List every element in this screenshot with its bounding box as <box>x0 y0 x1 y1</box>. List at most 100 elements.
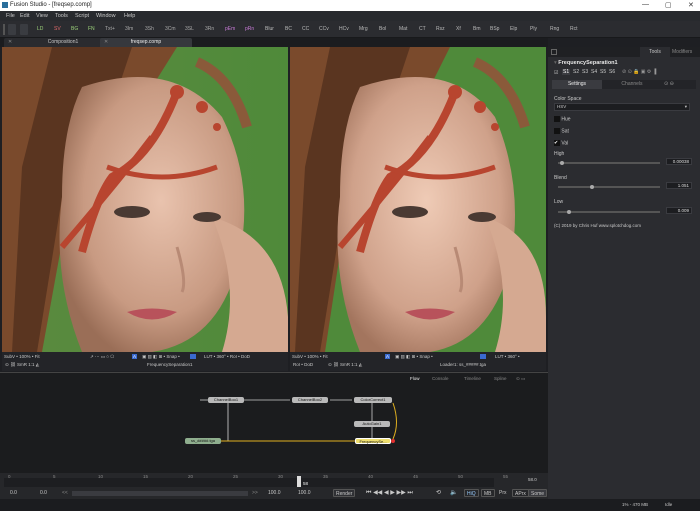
tab-close-icon[interactable]: ✕ <box>104 38 108 47</box>
tool-button-pem[interactable]: pEm <box>225 26 235 32</box>
menu-script[interactable]: Script <box>75 13 89 19</box>
low-slider[interactable] <box>558 210 660 214</box>
maximize-icon[interactable]: ▢ <box>665 1 672 9</box>
menu-window[interactable]: Window <box>96 13 116 19</box>
prx-button[interactable]: Prx <box>497 489 509 497</box>
time-ruler[interactable]: 0 5 10 15 20 25 30 35 40 45 50 55 58 58.0 <box>0 473 548 488</box>
tool-button-xf[interactable]: Xf <box>456 26 461 32</box>
tool-button-sv[interactable]: SV <box>54 26 61 32</box>
blend-slider-knob[interactable] <box>590 185 595 189</box>
tool-button-3im[interactable]: 3Im <box>125 26 133 32</box>
viewer-left-color-swatch[interactable] <box>190 354 196 359</box>
viewer-left-a-button[interactable]: A <box>132 354 138 359</box>
render-start-field[interactable]: 0.0 <box>40 490 47 496</box>
tool-button-bsp[interactable]: BSp <box>490 26 499 32</box>
color-space-dropdown[interactable]: HSV ▾ <box>554 103 690 111</box>
render-button[interactable]: Render <box>333 489 356 497</box>
viewer-right-zoom[interactable]: SubV • 100% • Fit <box>292 354 328 359</box>
high-slider-knob[interactable] <box>559 161 564 165</box>
high-slider[interactable] <box>558 161 660 165</box>
tool-button-3rn[interactable]: 3Rn <box>205 26 214 32</box>
audio-icon[interactable]: 🔈 <box>450 489 457 496</box>
node-frequencyseparation1[interactable]: FrequencySe... <box>355 438 391 444</box>
node-autogain1[interactable]: AutoGain1 <box>354 421 390 427</box>
viewer-right-view-icons[interactable]: ⊙ ⛓ SmR 1:1 ◭ <box>328 362 362 368</box>
node-output-dot[interactable] <box>391 439 395 443</box>
inspector-extra-icons[interactable]: ⊙ ⊖ <box>664 81 674 87</box>
tool-button-ld[interactable]: LD <box>37 26 43 32</box>
subtab-channels[interactable]: Channels <box>607 80 657 89</box>
val-checkbox[interactable]: ✔ <box>554 140 560 146</box>
channel-sat[interactable]: Sat <box>554 128 569 134</box>
some-button[interactable]: Some <box>528 489 548 497</box>
tool-button-rsz[interactable]: Rsz <box>436 26 445 32</box>
version-s1[interactable]: S1 <box>562 69 571 75</box>
tool-button-blur[interactable]: Blur <box>265 26 274 32</box>
tool-button-mrg[interactable]: Mrg <box>359 26 368 32</box>
version-s6[interactable]: S6 <box>609 69 615 75</box>
checkbox-icon[interactable]: ☑ <box>554 70 558 76</box>
blend-value-field[interactable]: 1.051 <box>666 182 692 189</box>
menu-view[interactable]: View <box>36 13 48 19</box>
tool-button-fn[interactable]: FN <box>88 26 95 32</box>
tool-button-ply[interactable]: Ply <box>530 26 537 32</box>
viewer-left[interactable] <box>2 47 288 352</box>
node-channelboo2[interactable]: ChannelBoo2 <box>292 397 328 403</box>
inspector-menu-icon[interactable] <box>551 49 557 55</box>
ruler-track[interactable] <box>4 478 494 487</box>
range-right-icon[interactable]: >> <box>252 490 258 496</box>
loop-icon[interactable]: ⟲ <box>436 489 441 496</box>
hue-checkbox[interactable] <box>554 116 560 122</box>
node-loader1[interactable]: ss_#####.tga <box>185 438 221 444</box>
tool-button-3sl[interactable]: 3SL <box>185 26 194 32</box>
high-value-field[interactable]: 0.00038 <box>666 158 692 165</box>
playback-controls[interactable]: ⏮ ◀◀ ◀ ▶ ▶▶ ⏭ <box>366 489 413 497</box>
viewer-right-roi[interactable]: RoI • DoD <box>293 362 313 367</box>
node-colorcorrect1[interactable]: ColorCorrect1 <box>354 397 392 403</box>
menu-file[interactable]: File <box>6 13 15 19</box>
tab-modifiers[interactable]: Modifiers <box>672 47 692 57</box>
channel-hue[interactable]: Hue <box>554 116 571 122</box>
tool-button-txt[interactable]: Txt+ <box>105 26 115 32</box>
close-icon[interactable]: ✕ <box>688 1 694 9</box>
tool-button-mat[interactable]: Mat <box>399 26 407 32</box>
version-s4[interactable]: S4 <box>591 69 597 75</box>
version-s3[interactable]: S3 <box>582 69 588 75</box>
tool-button-elp[interactable]: Elp <box>510 26 517 32</box>
tool-button-bm[interactable]: Bm <box>473 26 481 32</box>
tool-button-ct[interactable]: CT <box>419 26 426 32</box>
range-slider[interactable] <box>72 491 248 496</box>
viewer-right-a-button[interactable]: A <box>385 354 391 359</box>
playhead[interactable] <box>297 476 301 487</box>
tool-button-prn[interactable]: pRn <box>245 26 254 32</box>
tool-button-rct[interactable]: Rct <box>570 26 578 32</box>
viewer-right[interactable] <box>290 47 546 352</box>
tool-button-hcv[interactable]: HCv <box>339 26 349 32</box>
toolbar-bins-icon[interactable] <box>20 24 28 35</box>
tab-tools[interactable]: Tools <box>640 47 670 57</box>
tool-button-3cm[interactable]: 3Cm <box>165 26 176 32</box>
render-end-field[interactable]: 100.0 <box>268 490 281 496</box>
tool-button-3sh[interactable]: 3Sh <box>145 26 154 32</box>
tool-button-rng[interactable]: Rng <box>550 26 559 32</box>
tool-button-cc[interactable]: CC <box>302 26 309 32</box>
aprx-button[interactable]: APrx <box>512 489 529 497</box>
low-value-field[interactable]: 0.009 <box>666 207 692 214</box>
viewer-right-lut[interactable]: LUT • 360° • <box>495 354 520 359</box>
channel-val[interactable]: ✔ Val <box>554 140 568 146</box>
tab-close-icon[interactable]: ✕ <box>8 38 12 47</box>
viewer-left-zoom[interactable]: SubV • 100% • Fit <box>4 354 40 359</box>
tab-freqsep[interactable]: ✕ freqsep.comp <box>100 38 192 47</box>
inspector-tool-icons[interactable]: ⊘ ⊙ 🔒 ▣ ⚙ ▐ <box>622 69 656 75</box>
tool-button-bc[interactable]: BC <box>285 26 292 32</box>
toolbar-prefs-icon[interactable] <box>8 24 16 35</box>
tool-button-bol[interactable]: Bol <box>379 26 386 32</box>
tool-button-ccv[interactable]: CCv <box>319 26 329 32</box>
mb-button[interactable]: MB <box>481 489 495 497</box>
version-s2[interactable]: S2 <box>573 69 579 75</box>
tool-button-bg[interactable]: BG <box>71 26 78 32</box>
global-end-field[interactable]: 100.0 <box>298 490 311 496</box>
range-left-icon[interactable]: << <box>62 490 68 496</box>
viewer-left-view-icons[interactable]: ⊙ ⛓ SmR 1:1 ◭ <box>5 362 39 368</box>
flow-panel[interactable]: Flow Console Timeline Spline ⊙ ▭ Channel… <box>0 372 548 473</box>
